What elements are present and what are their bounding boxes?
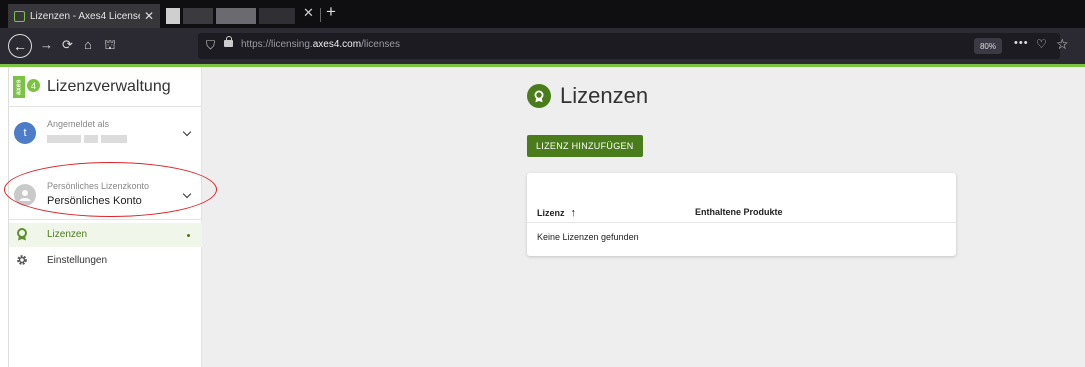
user-avatar: t — [14, 122, 36, 144]
tab-separator — [320, 8, 321, 22]
zoom-level[interactable]: 80% — [974, 38, 1002, 54]
sidebar-item-label: Lizenzen — [47, 229, 88, 240]
app-sidebar: axes 4 Lizenzverwaltung t Angemeldet als… — [8, 67, 202, 367]
user-name-redacted — [47, 135, 127, 143]
column-header-lizenz[interactable]: Lizenz ↑ — [537, 207, 576, 219]
sidebar-divider — [9, 219, 202, 220]
browser-tab-active[interactable]: Lizenzen - Axes4 License Server ✕ — [8, 4, 160, 28]
award-icon — [16, 228, 28, 244]
chevron-down-icon[interactable] — [182, 127, 192, 137]
tab-close-icon[interactable]: ✕ — [303, 5, 314, 21]
home-icon[interactable]: ⌂ — [84, 37, 92, 52]
empty-state-text: Keine Lizenzen gefunden — [537, 232, 639, 242]
back-icon[interactable]: ← — [8, 34, 32, 58]
page-title: Lizenzen — [560, 83, 649, 108]
gear-icon — [16, 254, 28, 269]
sort-ascending-icon[interactable]: ↑ — [571, 207, 577, 219]
lock-icon[interactable] — [224, 36, 233, 47]
reload-icon[interactable]: ⟳ — [62, 37, 73, 53]
page-header: Lizenzen — [527, 82, 648, 110]
annotation-ellipse — [4, 162, 217, 217]
column-header-produkte[interactable]: Enthaltene Produkte — [695, 207, 783, 217]
sidebar-item-einstellungen[interactable]: Einstellungen — [9, 249, 202, 273]
sidebar-item-label: Einstellungen — [47, 255, 108, 266]
extension-icon[interactable]: ⛫ — [104, 37, 116, 55]
user-selector[interactable]: t Angemeldet als — [9, 113, 202, 153]
brand-header: axes 4 Lizenzverwaltung — [9, 67, 202, 107]
app-title: Lizenzverwaltung — [47, 78, 171, 95]
browser-tab-bar: Lizenzen - Axes4 License Server ✕ ✕ + — [0, 0, 1085, 28]
sidebar-item-lizenzen[interactable]: Lizenzen — [9, 223, 202, 247]
award-icon — [527, 84, 551, 108]
forward-icon[interactable]: → — [40, 37, 53, 52]
new-tab-button[interactable]: + — [326, 2, 336, 22]
address-bar[interactable]: ⛉ https://licensing.axes4.com/licenses 8… — [198, 33, 1069, 59]
add-license-button[interactable]: LIZENZ HINZUFÜGEN — [527, 135, 643, 157]
user-caption: Angemeldet als — [47, 119, 110, 129]
axes4-logo: axes — [13, 76, 25, 98]
tab-title: Lizenzen - Axes4 License Server — [30, 10, 140, 22]
license-table: Lizenz ↑ Enthaltene Produkte Keine Lizenz… — [527, 173, 956, 256]
active-indicator — [187, 234, 190, 237]
browser-toolbar: ← → ⟳ ⌂ ⛫ ⛉ https://licensing.axes4.com/… — [0, 28, 1085, 64]
main-content: Lizenzen LIZENZ HINZUFÜGEN Lizenz ↑ Entha… — [202, 67, 1085, 367]
axes4-badge-icon: 4 — [27, 79, 40, 92]
pocket-icon[interactable]: ♡ — [1036, 37, 1047, 51]
url-text[interactable]: https://licensing.axes4.com/licenses — [241, 39, 400, 50]
table-header: Lizenz ↑ Enthaltene Produkte — [527, 199, 956, 223]
favicon-icon — [14, 10, 25, 22]
bookmark-star-icon[interactable]: ☆ — [1056, 36, 1069, 53]
browser-tab-blurred[interactable] — [166, 8, 296, 24]
tab-close-icon[interactable]: ✕ — [144, 9, 154, 23]
tracking-shield-icon[interactable]: ⛉ — [206, 38, 215, 53]
more-icon[interactable]: ••• — [1014, 37, 1029, 49]
